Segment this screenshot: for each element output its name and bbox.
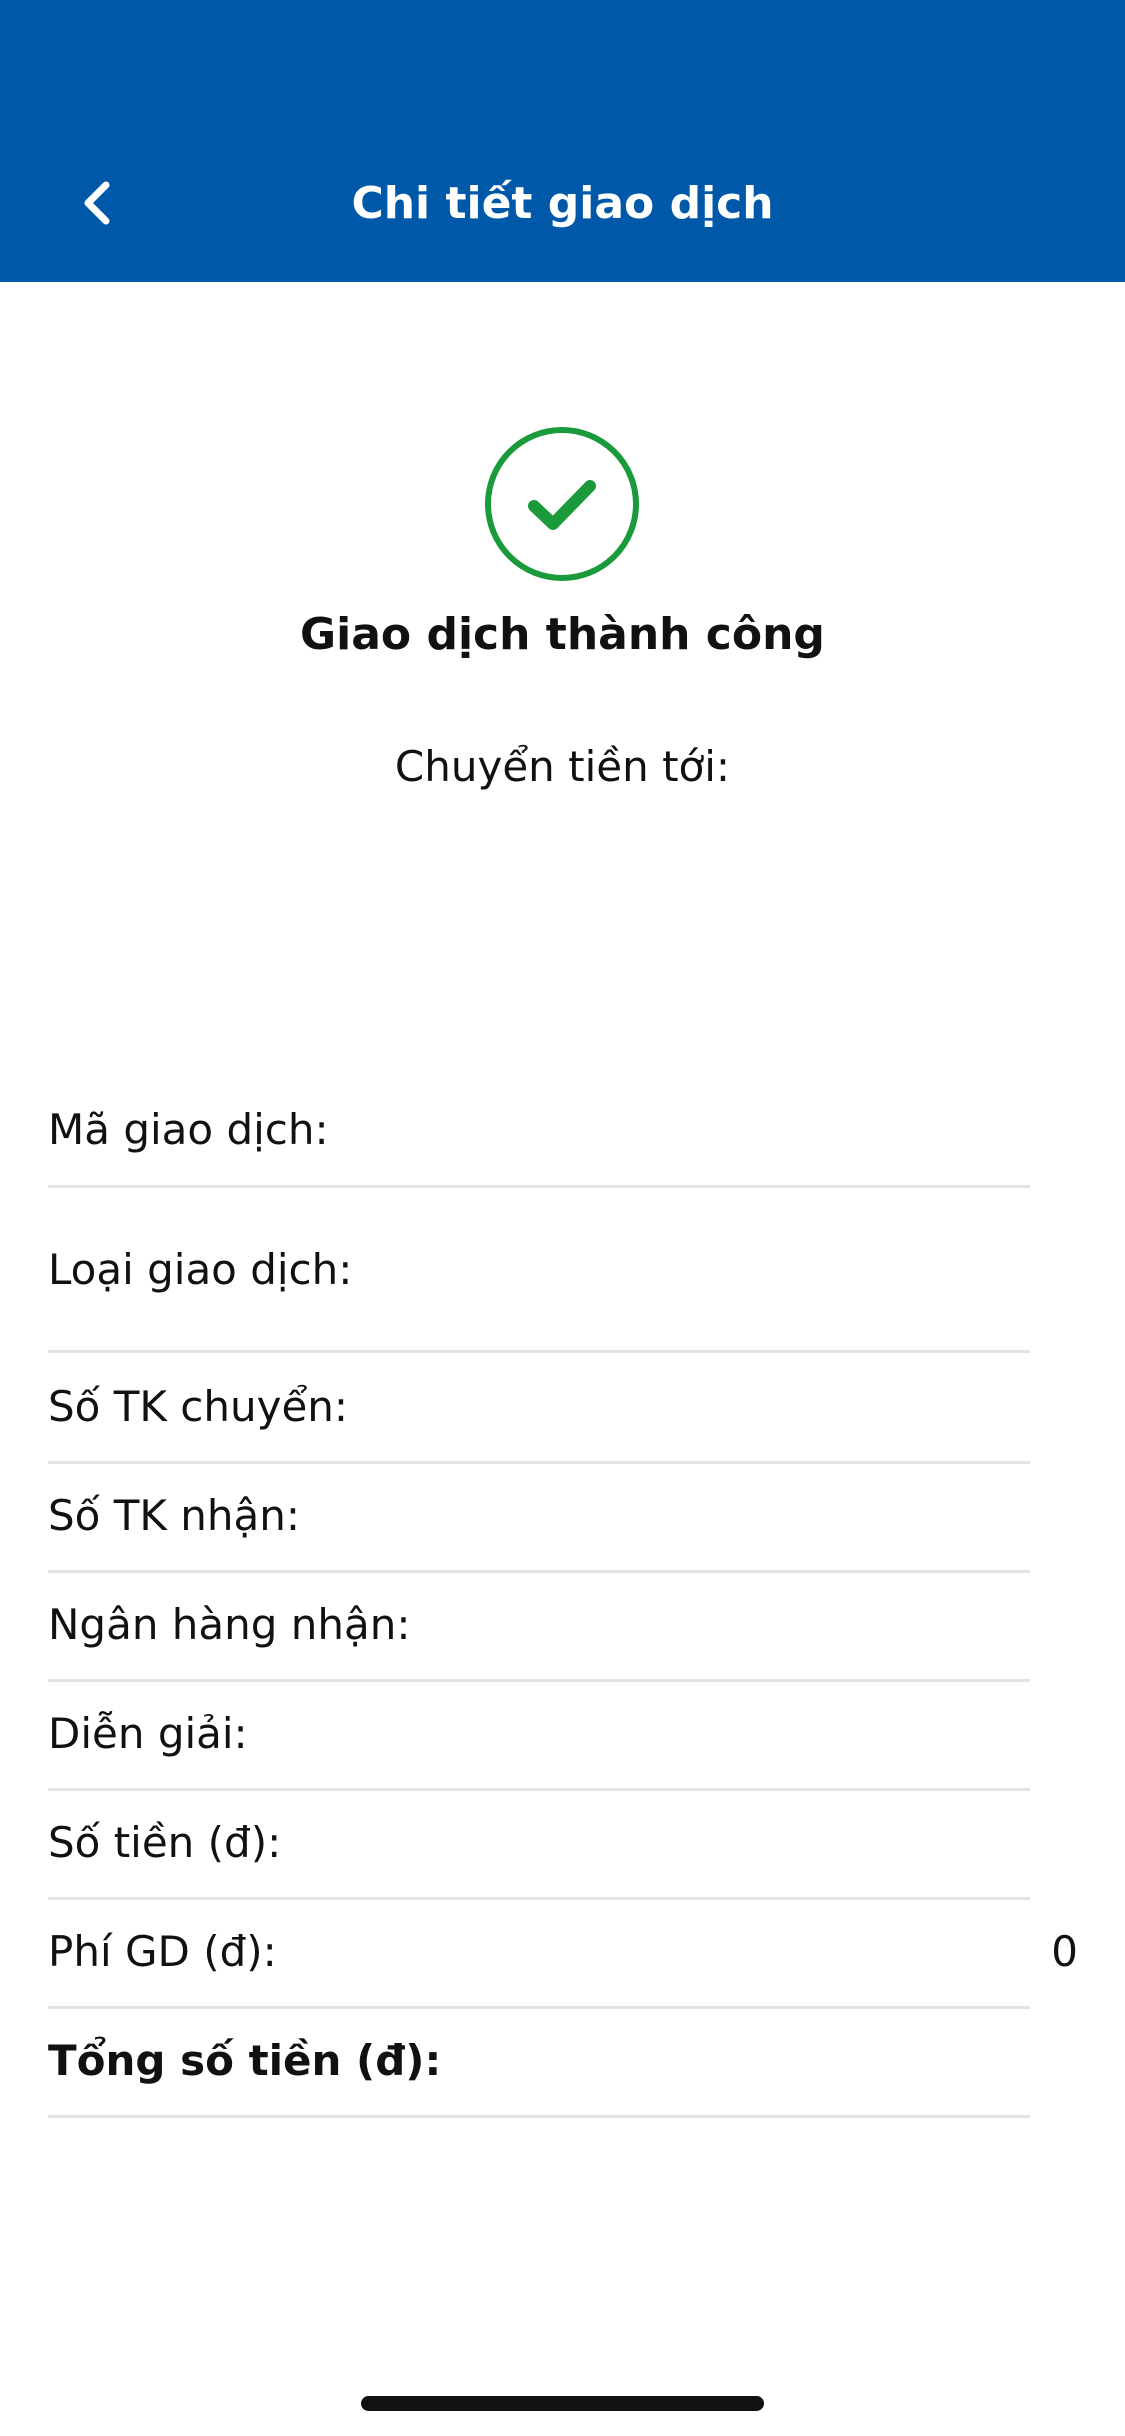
detail-label: Số TK nhận: bbox=[48, 1491, 300, 1540]
detail-value: 0 bbox=[1051, 1927, 1078, 1976]
detail-row-fee: Phí GD (đ): 0 bbox=[48, 1900, 1078, 2009]
detail-label: Số tiền (đ): bbox=[48, 1818, 282, 1867]
detail-row-transaction-id: Mã giao dịch: bbox=[48, 1080, 1030, 1188]
detail-label: Diễn giải: bbox=[48, 1709, 248, 1758]
check-circle-icon bbox=[485, 427, 639, 581]
detail-label: Loại giao dịch: bbox=[48, 1245, 353, 1294]
detail-label: Phí GD (đ): bbox=[48, 1927, 277, 1976]
detail-row-transaction-type: Loại giao dịch: bbox=[48, 1185, 1030, 1353]
detail-row-total: Tổng số tiền (đ): bbox=[48, 2009, 1030, 2118]
detail-row-receiving-bank: Ngân hàng nhận: bbox=[48, 1573, 1030, 1682]
detail-row-amount: Số tiền (đ): bbox=[48, 1791, 1030, 1900]
detail-label: Số TK chuyển: bbox=[48, 1382, 349, 1431]
detail-row-destination-account: Số TK nhận: bbox=[48, 1464, 1030, 1573]
detail-label: Mã giao dịch: bbox=[48, 1105, 329, 1154]
detail-row-description: Diễn giải: bbox=[48, 1682, 1030, 1791]
status-title: Giao dịch thành công bbox=[300, 609, 825, 660]
detail-label: Tổng số tiền (đ): bbox=[48, 2036, 442, 2085]
transfer-to-label: Chuyển tiền tới: bbox=[394, 742, 731, 791]
detail-label: Ngân hàng nhận: bbox=[48, 1600, 411, 1649]
app-header: Chi tiết giao dịch bbox=[0, 0, 1125, 282]
page-title: Chi tiết giao dịch bbox=[351, 178, 774, 229]
home-indicator[interactable] bbox=[361, 2396, 764, 2411]
detail-row-source-account: Số TK chuyển: bbox=[48, 1353, 1030, 1464]
